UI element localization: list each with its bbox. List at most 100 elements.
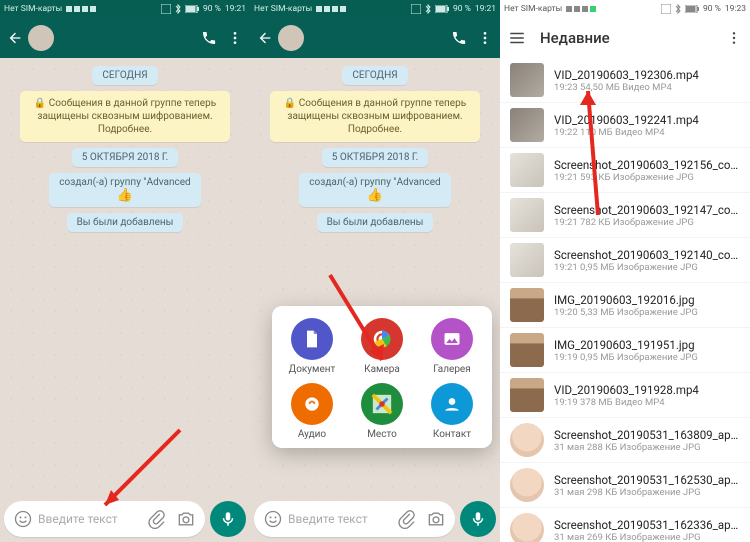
group-avatar[interactable] bbox=[28, 25, 54, 51]
file-row[interactable]: Screenshot_20190531_162530_app...31 мая … bbox=[500, 463, 750, 508]
file-row[interactable]: VID_20190603_192306.mp419:23 54,50 МБ Ви… bbox=[500, 58, 750, 103]
file-name: IMG_20190603_192016.jpg bbox=[554, 293, 740, 307]
voice-call-button[interactable] bbox=[200, 29, 218, 47]
emoji-button[interactable] bbox=[8, 504, 38, 534]
file-meta: 19:22 110 МБ Видео MP4 bbox=[554, 127, 740, 138]
encryption-notice[interactable]: 🔒 Сообщения в данной группе теперь защищ… bbox=[20, 91, 230, 142]
attach-button[interactable] bbox=[141, 504, 171, 534]
date-chip-today: СЕГОДНЯ bbox=[342, 66, 407, 85]
file-info: Screenshot_20190603_192156_com...19:21 5… bbox=[554, 158, 740, 183]
mic-button[interactable] bbox=[210, 501, 246, 537]
camera-button[interactable] bbox=[421, 504, 451, 534]
nfc-icon bbox=[661, 4, 671, 14]
date-chip-today: СЕГОДНЯ bbox=[92, 66, 157, 85]
chat-body: СЕГОДНЯ 🔒 Сообщения в данной группе тепе… bbox=[250, 58, 500, 498]
file-meta: 19:20 5,33 МБ Изображение JPG bbox=[554, 307, 740, 318]
thumbsup-icon: 👍 bbox=[117, 188, 133, 203]
file-row[interactable]: IMG_20190603_191951.jpg19:19 0,95 МБ Изо… bbox=[500, 328, 750, 373]
thumbsup-icon: 👍 bbox=[367, 188, 383, 203]
message-input-bar: Введите текст bbox=[250, 498, 500, 542]
file-name: Screenshot_20190603_192156_com... bbox=[554, 158, 740, 172]
file-list[interactable]: VID_20190603_192306.mp419:23 54,50 МБ Ви… bbox=[500, 58, 750, 542]
no-sim-label: Нет SIM-карты bbox=[4, 4, 62, 14]
date-chip: 5 ОКТЯБРЯ 2018 Г. bbox=[72, 148, 178, 167]
attach-location-label: Место bbox=[367, 429, 397, 440]
file-meta: 31 мая 269 КБ Изображение JPG bbox=[554, 532, 740, 542]
file-thumbnail bbox=[510, 243, 544, 277]
file-name: VID_20190603_191928.mp4 bbox=[554, 383, 740, 397]
encryption-notice[interactable]: 🔒 Сообщения в данной группе теперь защищ… bbox=[270, 91, 480, 142]
message-input[interactable]: Введите текст bbox=[254, 501, 455, 537]
file-meta: 19:21 593 КБ Изображение JPG bbox=[554, 172, 740, 183]
file-thumbnail bbox=[510, 63, 544, 97]
screen-whatsapp-chat: Нет SIM-карты 90 % 19:21 bbox=[0, 0, 250, 542]
file-row[interactable]: Screenshot_20190531_162336_app...31 мая … bbox=[500, 508, 750, 542]
file-row[interactable]: Screenshot_20190603_192147_com...19:21 7… bbox=[500, 193, 750, 238]
attach-location[interactable]: Место bbox=[350, 383, 414, 440]
file-row[interactable]: VID_20190603_192241.mp419:22 110 МБ Виде… bbox=[500, 103, 750, 148]
attach-contact[interactable]: Контакт bbox=[420, 383, 484, 440]
attach-audio[interactable]: Аудио bbox=[280, 383, 344, 440]
message-input-bar: Введите текст bbox=[0, 498, 250, 542]
message-placeholder: Введите текст bbox=[38, 512, 141, 526]
file-meta: 19:19 378 МБ Видео MP4 bbox=[554, 397, 740, 408]
group-avatar[interactable] bbox=[278, 25, 304, 51]
file-name: IMG_20190603_191951.jpg bbox=[554, 338, 740, 352]
file-info: Screenshot_20190531_162530_app...31 мая … bbox=[554, 473, 740, 498]
file-row[interactable]: Screenshot_20190531_163809_app...31 мая … bbox=[500, 418, 750, 463]
file-thumbnail bbox=[510, 288, 544, 322]
attach-gallery[interactable]: Галерея bbox=[420, 318, 484, 375]
clock: 19:21 bbox=[475, 4, 496, 14]
file-info: VID_20190603_191928.mp419:19 378 МБ Виде… bbox=[554, 383, 740, 408]
status-bar: Нет SIM-карты 90 % 19:23 bbox=[500, 0, 750, 18]
file-thumbnail bbox=[510, 513, 544, 542]
status-icons bbox=[66, 4, 102, 14]
more-menu-button[interactable] bbox=[726, 30, 742, 46]
system-added: Вы были добавлены bbox=[67, 213, 184, 232]
attach-camera[interactable]: Камера bbox=[350, 318, 414, 375]
camera-button[interactable] bbox=[171, 504, 201, 534]
file-thumbnail bbox=[510, 423, 544, 457]
file-name: Screenshot_20190531_162530_app... bbox=[554, 473, 740, 487]
clock: 19:23 bbox=[725, 4, 746, 14]
file-row[interactable]: IMG_20190603_192016.jpg19:20 5,33 МБ Изо… bbox=[500, 283, 750, 328]
back-button[interactable] bbox=[256, 29, 274, 47]
mic-button[interactable] bbox=[460, 501, 496, 537]
file-meta: 31 мая 288 КБ Изображение JPG bbox=[554, 442, 740, 453]
file-meta: 31 мая 298 КБ Изображение JPG bbox=[554, 487, 740, 498]
back-button[interactable] bbox=[6, 29, 24, 47]
file-row[interactable]: Screenshot_20190603_192140_com...19:21 0… bbox=[500, 238, 750, 283]
file-name: Screenshot_20190603_192147_com... bbox=[554, 203, 740, 217]
system-created-group: создал(-а) группу "Advanced 👍 bbox=[299, 173, 450, 207]
file-meta: 19:21 782 КБ Изображение JPG bbox=[554, 217, 740, 228]
battery-pct: 90 % bbox=[703, 4, 721, 14]
file-info: Screenshot_20190603_192140_com...19:21 0… bbox=[554, 248, 740, 273]
file-row[interactable]: VID_20190603_191928.mp419:19 378 МБ Виде… bbox=[500, 373, 750, 418]
emoji-button[interactable] bbox=[258, 504, 288, 534]
file-name: VID_20190603_192241.mp4 bbox=[554, 113, 740, 127]
more-menu-button[interactable] bbox=[476, 29, 494, 47]
attach-button[interactable] bbox=[391, 504, 421, 534]
voice-call-button[interactable] bbox=[450, 29, 468, 47]
status-icons bbox=[566, 4, 602, 14]
more-menu-button[interactable] bbox=[226, 29, 244, 47]
date-chip: 5 ОКТЯБРЯ 2018 Г. bbox=[322, 148, 428, 167]
battery-icon bbox=[685, 5, 699, 13]
chat-body: СЕГОДНЯ 🔒 Сообщения в данной группе тепе… bbox=[0, 58, 250, 498]
nfc-icon bbox=[411, 4, 421, 14]
file-meta: 19:21 0,95 МБ Изображение JPG bbox=[554, 262, 740, 273]
file-name: VID_20190603_192306.mp4 bbox=[554, 68, 740, 82]
file-info: Screenshot_20190603_192147_com...19:21 7… bbox=[554, 203, 740, 228]
file-thumbnail bbox=[510, 108, 544, 142]
file-thumbnail bbox=[510, 333, 544, 367]
hamburger-button[interactable] bbox=[508, 29, 526, 47]
file-info: VID_20190603_192306.mp419:23 54,50 МБ Ви… bbox=[554, 68, 740, 93]
attach-audio-label: Аудио bbox=[298, 429, 326, 440]
file-row[interactable]: Screenshot_20190603_192156_com...19:21 5… bbox=[500, 148, 750, 193]
file-info: Screenshot_20190531_163809_app...31 мая … bbox=[554, 428, 740, 453]
created-text: создал(-а) группу "Advanced bbox=[59, 177, 190, 188]
attach-document-label: Документ bbox=[289, 364, 336, 375]
bluetooth-icon bbox=[175, 4, 181, 14]
message-input[interactable]: Введите текст bbox=[4, 501, 205, 537]
attach-document[interactable]: Документ bbox=[280, 318, 344, 375]
